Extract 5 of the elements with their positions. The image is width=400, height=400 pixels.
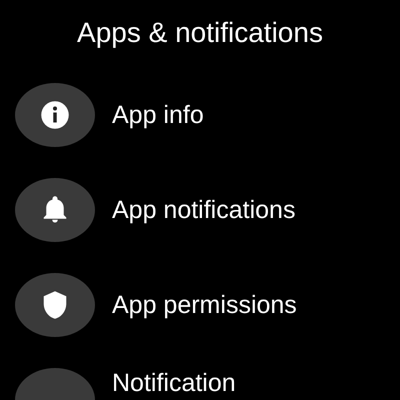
- menu-item[interactable]: Notification: [112, 368, 236, 398]
- menu-item[interactable]: App info: [112, 100, 204, 130]
- menu-item[interactable]: App permissions: [112, 290, 297, 320]
- screen-title: Apps & notifications: [76, 16, 324, 50]
- menu-item[interactable]: App notifications: [112, 195, 296, 225]
